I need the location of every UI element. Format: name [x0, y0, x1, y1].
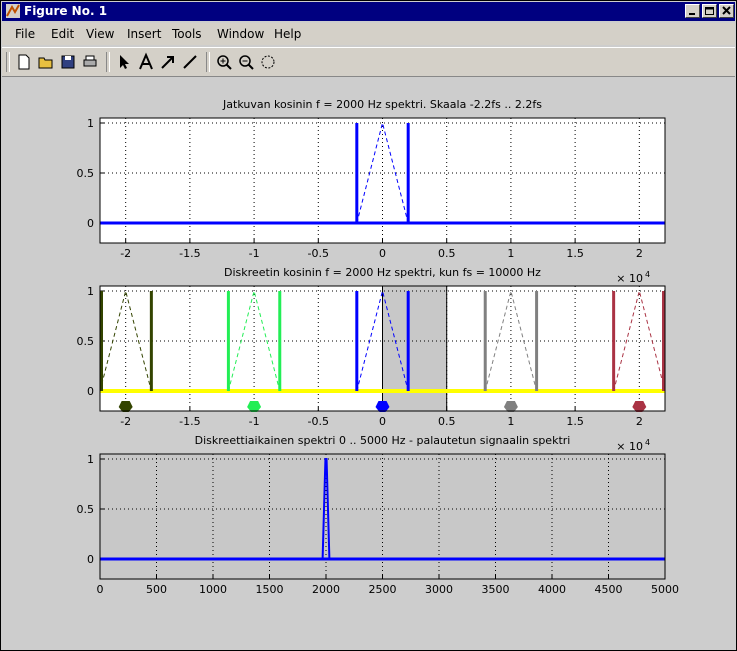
- y-tick-label: 1: [87, 117, 94, 130]
- y-tick-label: 0.5: [77, 335, 95, 348]
- axes-title: Diskreettiaikainen spektri 0 .. 5000 Hz …: [195, 434, 571, 447]
- close-icon: [722, 6, 731, 15]
- maximize-button[interactable]: [702, 4, 717, 18]
- rotate-icon[interactable]: [258, 52, 278, 72]
- x-tick-label: 500: [146, 583, 167, 596]
- x-tick-label: 0: [379, 247, 386, 260]
- x-tick-label: 0.5: [438, 247, 456, 260]
- x-tick-label: 0.5: [438, 415, 456, 428]
- figure-canvas: -2 -1.5 -1 -0.5 0 0.5 1 1.5 2 0 0.5 1 Jatkuvan kosin…: [77, 98, 680, 596]
- x-tick-label: 2000: [312, 583, 340, 596]
- menu-insert[interactable]: Insert: [127, 27, 161, 41]
- toolbar: [2, 47, 735, 77]
- matlab-icon: [6, 4, 20, 18]
- zoom-in-icon[interactable]: [214, 52, 234, 72]
- x-tick-label: 5000: [651, 583, 679, 596]
- zoom-out-icon[interactable]: [236, 52, 256, 72]
- print-icon[interactable]: [80, 52, 100, 72]
- x-tick-label: -0.5: [308, 415, 329, 428]
- x-exponent-power: 4: [645, 270, 650, 279]
- arrow-pointer-icon[interactable]: [114, 52, 134, 72]
- window-title: Figure No. 1: [24, 4, 108, 18]
- figure-window: Figure No. 1 File Edit View Insert Tools…: [0, 0, 737, 651]
- axes-title: Jatkuvan kosinin f = 2000 Hz spektri. Sk…: [222, 98, 542, 111]
- x-tick-label: -2: [120, 247, 131, 260]
- save-icon[interactable]: [58, 52, 78, 72]
- close-button[interactable]: [719, 4, 734, 18]
- y-tick-label: 0: [87, 553, 94, 566]
- open-folder-icon[interactable]: [36, 52, 56, 72]
- x-tick-label: 4000: [538, 583, 566, 596]
- x-tick-label: 2500: [369, 583, 397, 596]
- menu-help[interactable]: Help: [274, 27, 301, 41]
- x-tick-label: 0: [97, 583, 104, 596]
- menu-file[interactable]: File: [15, 27, 35, 41]
- x-tick-label: 1: [507, 247, 514, 260]
- x-exponent-label: × 10: [616, 272, 643, 285]
- x-tick-label: 3000: [425, 583, 453, 596]
- x-exponent-power: 4: [645, 438, 650, 447]
- x-tick-label: -1.5: [179, 247, 200, 260]
- x-tick-label: -1: [249, 247, 260, 260]
- menu-window[interactable]: Window: [217, 27, 264, 41]
- axes-2: -2 -1.5 -1 -0.5 0 0.5 1 1.5 2 0 0.5 1 Diskreetin kos…: [77, 266, 666, 428]
- title-bar[interactable]: Figure No. 1: [2, 2, 735, 21]
- y-tick-label: 0.5: [77, 503, 95, 516]
- minimize-button[interactable]: [685, 4, 700, 18]
- x-tick-label: -1.5: [179, 415, 200, 428]
- new-figure-icon[interactable]: [14, 52, 34, 72]
- axes-title: Diskreetin kosinin f = 2000 Hz spektri, …: [224, 266, 541, 279]
- menu-bar: File Edit View Insert Tools Window Help: [2, 23, 735, 45]
- axes-1: -2 -1.5 -1 -0.5 0 0.5 1 1.5 2 0 0.5 1 Jatkuvan kosin…: [77, 98, 666, 260]
- y-tick-label: 0: [87, 385, 94, 398]
- x-tick-label: -0.5: [308, 247, 329, 260]
- x-tick-label: 4500: [595, 583, 623, 596]
- maximize-icon: [705, 7, 714, 15]
- line-icon[interactable]: [180, 52, 200, 72]
- menu-tools[interactable]: Tools: [172, 27, 202, 41]
- x-exponent-label: × 10: [616, 440, 643, 453]
- x-tick-label: 1500: [256, 583, 284, 596]
- toolbar-separator-2: [206, 52, 210, 72]
- axes-3: 0 500 1000 1500 2000 2500 3000 3500 4000 4500 5000…: [77, 434, 680, 596]
- y-tick-label: 1: [87, 453, 94, 466]
- arrow-icon[interactable]: [158, 52, 178, 72]
- x-tick-label: 1: [507, 415, 514, 428]
- x-tick-label: -1: [249, 415, 260, 428]
- x-tick-label: 1.5: [566, 247, 584, 260]
- toolbar-grip: [6, 52, 10, 72]
- menu-view[interactable]: View: [86, 27, 114, 41]
- toolbar-separator: [106, 52, 110, 72]
- x-tick-label: 3500: [482, 583, 510, 596]
- x-tick-label: 0: [379, 415, 386, 428]
- x-tick-label: 1.5: [566, 415, 584, 428]
- x-tick-label: 2: [636, 247, 643, 260]
- x-tick-label: 1000: [199, 583, 227, 596]
- x-tick-label: 2: [636, 415, 643, 428]
- y-tick-label: 1: [87, 285, 94, 298]
- minimize-icon: [689, 13, 695, 15]
- y-tick-label: 0: [87, 217, 94, 230]
- x-tick-label: -2: [120, 415, 131, 428]
- text-icon[interactable]: [136, 52, 156, 72]
- menu-edit[interactable]: Edit: [51, 27, 74, 41]
- y-tick-label: 0.5: [77, 167, 95, 180]
